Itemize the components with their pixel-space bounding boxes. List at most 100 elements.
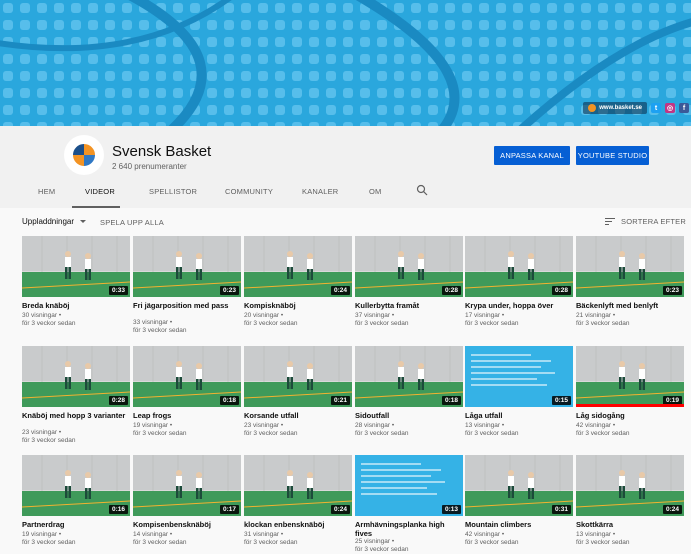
channel-banner: www.basket.se t ◎ f [0,0,691,126]
video-thumbnail[interactable]: 0:21 [244,346,352,407]
customize-channel-button[interactable]: ANPASSA KANAL [494,146,570,165]
tab-community[interactable]: COMMUNITY [225,187,273,196]
video-duration: 0:23 [219,286,239,295]
video-duration: 0:31 [551,505,571,514]
video-age: för 3 veckor sedan [465,320,519,327]
chevron-down-icon [80,220,87,223]
video-duration: 0:28 [551,286,571,295]
channel-name: Svensk Basket [112,143,212,160]
tab-channels[interactable]: KANALER [302,187,338,196]
youtube-studio-button[interactable]: YOUTUBE STUDIO [576,146,649,165]
video-duration: 0:16 [108,505,128,514]
video-title[interactable]: Korsande utfall [244,411,352,420]
video-title[interactable]: klockan enbensknäböj [244,520,352,529]
video-views: 21 visningar • [576,312,616,319]
video-thumbnail[interactable]: 0:16 [22,455,130,516]
video-age: för 3 veckor sedan [244,539,298,546]
video-age: för 3 veckor sedan [133,539,187,546]
video-title[interactable]: Kompisenbensknäböj [133,520,241,529]
video-title[interactable]: Breda knäböj [22,301,130,310]
video-toolbar: Uppladdningar SPELA UPP ALLA SORTERA EFT… [0,208,691,236]
video-views: 25 visningar • [355,538,395,545]
channel-avatar[interactable] [64,135,104,175]
tab-playlists[interactable]: SPELLISTOR [149,187,197,196]
video-thumbnail[interactable]: 0:24 [244,236,352,297]
video-title[interactable]: Fri jägarposition med pass [133,301,241,310]
video-age: för 3 veckor sedan [576,539,630,546]
tab-home[interactable]: HEM [38,187,55,196]
sort-label: SORTERA EFTER [621,217,686,226]
video-duration: 0:24 [330,286,350,295]
video-title[interactable]: Kompisknäböj [244,301,352,310]
video-views: 30 visningar • [22,312,62,319]
video-duration: 0:28 [441,286,461,295]
video-thumbnail[interactable]: 0:33 [22,236,130,297]
channel-tabs: HEM VIDEOR SPELLISTOR COMMUNITY KANALER … [0,179,691,208]
video-thumbnail[interactable]: 0:28 [22,346,130,407]
video-duration: 0:23 [662,286,682,295]
video-views: 17 visningar • [465,312,505,319]
basketball-logo-icon [72,143,96,167]
video-thumbnail[interactable]: 0:23 [133,236,241,297]
video-age: för 3 veckor sedan [22,539,76,546]
channel-header: Svensk Basket 2 640 prenumeranter ANPASS… [0,126,691,208]
video-views: 23 visningar • [22,429,62,436]
video-views: 37 visningar • [355,312,395,319]
video-title[interactable]: Krypa under, hoppa över [465,301,573,310]
tab-videos[interactable]: VIDEOR [85,187,115,196]
video-title[interactable]: Mountain climbers [465,520,573,529]
video-title[interactable]: Kullerbytta framåt [355,301,463,310]
video-views: 13 visningar • [465,422,505,429]
facebook-icon[interactable]: f [679,103,689,113]
video-thumbnail[interactable]: 0:31 [465,455,573,516]
video-duration: 0:15 [551,396,571,405]
video-age: för 3 veckor sedan [244,320,298,327]
video-title[interactable]: Sidoutfall [355,411,463,420]
sort-icon [605,218,616,225]
video-title[interactable]: Bäckenlyft med benlyft [576,301,684,310]
tab-about[interactable]: OM [369,187,381,196]
video-title[interactable]: Låga utfall [465,411,573,420]
video-thumbnail[interactable]: 0:28 [355,236,463,297]
video-thumbnail[interactable]: 0:23 [576,236,684,297]
video-title[interactable]: Partnerdrag [22,520,130,529]
video-age: för 3 veckor sedan [244,430,298,437]
basket-logo-icon [588,104,597,112]
video-views: 31 visningar • [244,531,284,538]
video-views: 19 visningar • [22,531,62,538]
video-thumbnail[interactable]: 0:15 [465,346,573,407]
video-thumbnail[interactable]: 0:17 [133,455,241,516]
video-age: för 3 veckor sedan [355,430,409,437]
video-thumbnail[interactable]: 0:24 [244,455,352,516]
video-duration: 0:24 [330,505,350,514]
video-duration: 0:21 [330,396,350,405]
video-title[interactable]: Skottkärra [576,520,684,529]
video-age: för 3 veckor sedan [576,430,630,437]
video-age: för 3 veckor sedan [576,320,630,327]
video-thumbnail[interactable]: 0:18 [133,346,241,407]
video-age: för 3 veckor sedan [465,430,519,437]
video-age: för 3 veckor sedan [355,320,409,327]
video-title[interactable]: Låg sidogång [576,411,684,420]
video-views: 33 visningar • [133,319,173,326]
video-thumbnail[interactable]: 0:19 [576,346,684,407]
sort-button[interactable]: SORTERA EFTER [605,217,686,226]
video-title[interactable]: Knäböj med hopp 3 varianter [22,411,130,420]
video-age: för 3 veckor sedan [22,320,76,327]
banner-social-links: www.basket.se t ◎ f [583,102,689,114]
search-icon[interactable] [416,184,428,196]
video-thumbnail[interactable]: 0:28 [465,236,573,297]
video-thumbnail[interactable]: 0:13 [355,455,463,516]
video-thumbnail[interactable]: 0:18 [355,346,463,407]
banner-site-link[interactable]: www.basket.se [583,102,647,114]
video-title[interactable]: Leap frogs [133,411,241,420]
video-views: 20 visningar • [244,312,284,319]
play-all-button[interactable]: SPELA UPP ALLA [100,218,164,227]
video-title[interactable]: Armhävningsplanka high fives [355,520,463,538]
banner-site-label: www.basket.se [599,105,642,111]
twitter-icon[interactable]: t [651,103,661,113]
video-duration: 0:24 [662,505,682,514]
uploads-dropdown[interactable]: Uppladdningar [22,217,87,226]
instagram-icon[interactable]: ◎ [665,103,675,113]
video-thumbnail[interactable]: 0:24 [576,455,684,516]
